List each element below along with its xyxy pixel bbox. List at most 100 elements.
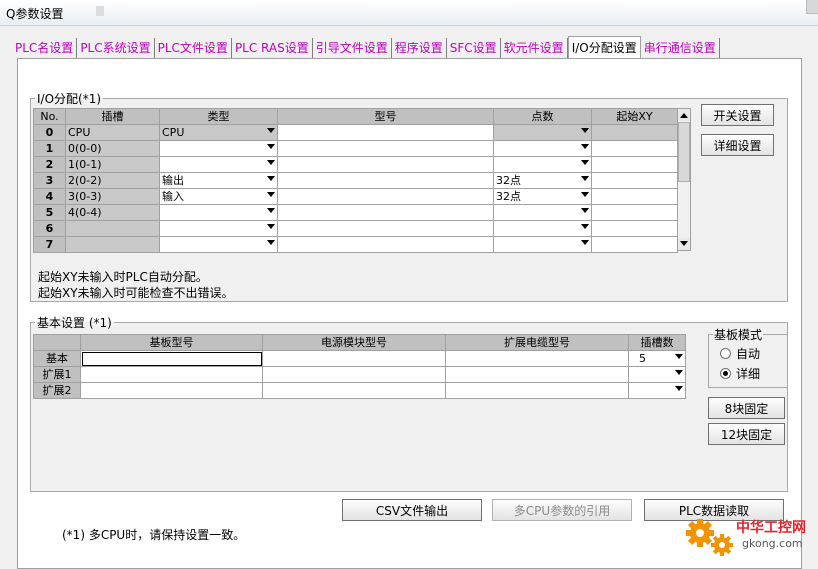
chevron-down-icon[interactable] xyxy=(581,144,589,149)
type-value: 输出 xyxy=(162,173,184,187)
type-dropdown[interactable]: 输入 xyxy=(159,188,278,205)
radio-auto[interactable]: 自动 xyxy=(720,345,760,362)
base-settings-legend: 基本设置 (*1) xyxy=(37,316,112,330)
model-input[interactable] xyxy=(277,236,494,253)
start-xy-input[interactable] xyxy=(591,188,678,205)
points-dropdown[interactable] xyxy=(493,204,592,221)
close-button[interactable] xyxy=(806,0,818,14)
tab-boot-file[interactable]: 引导文件设置 xyxy=(312,38,392,58)
tab-sfc[interactable]: SFC设置 xyxy=(446,38,501,58)
gkong-watermark: 中华工控网 gkong.com xyxy=(684,515,814,565)
tab-program[interactable]: 程序设置 xyxy=(391,38,447,58)
slots-dropdown[interactable] xyxy=(628,366,686,383)
fixed-12-button[interactable]: 12块固定 xyxy=(708,423,785,445)
model-input[interactable] xyxy=(277,220,494,237)
csv-output-button[interactable]: CSV文件输出 xyxy=(342,499,482,521)
tab-plc-ras[interactable]: PLC RAS设置 xyxy=(231,38,313,58)
chevron-down-icon[interactable] xyxy=(581,224,589,229)
io-table-scrollbar[interactable] xyxy=(677,108,691,251)
chevron-down-icon[interactable] xyxy=(267,144,275,149)
start-xy-input[interactable] xyxy=(591,140,678,157)
type-dropdown[interactable] xyxy=(159,204,278,221)
chevron-down-icon[interactable] xyxy=(581,240,589,245)
model-input[interactable] xyxy=(277,204,494,221)
start-xy-input[interactable] xyxy=(591,172,678,189)
chevron-down-icon[interactable] xyxy=(267,208,275,213)
points-dropdown[interactable] xyxy=(493,156,592,173)
chevron-down-icon[interactable] xyxy=(581,128,589,133)
io-assignment-legend: I/O分配(*1) xyxy=(37,92,102,106)
col-header-slots: 插槽数 xyxy=(628,334,686,351)
switch-settings-button[interactable]: 开关设置 xyxy=(701,104,774,126)
type-dropdown[interactable]: CPU xyxy=(159,124,278,141)
chevron-down-icon[interactable] xyxy=(267,176,275,181)
multi-cpu-reference-button[interactable]: 多CPU参数的引用 xyxy=(492,499,632,521)
cable-model-input[interactable] xyxy=(445,366,629,383)
chevron-down-icon[interactable] xyxy=(267,224,275,229)
io-assignment-table: No. 插槽 类型 型号 点数 起始XY 0 CPU CPU 1 0(0-0) … xyxy=(33,108,678,253)
model-input[interactable] xyxy=(277,140,494,157)
detail-settings-button[interactable]: 详细设置 xyxy=(701,134,774,156)
tab-plc-name[interactable]: PLC名设置 xyxy=(12,38,78,58)
points-dropdown[interactable] xyxy=(493,236,592,253)
type-dropdown[interactable]: 输出 xyxy=(159,172,278,189)
start-xy-input[interactable] xyxy=(591,156,678,173)
scroll-up-icon[interactable] xyxy=(678,109,690,121)
cable-model-input[interactable] xyxy=(445,382,629,399)
chevron-down-icon[interactable] xyxy=(675,354,683,359)
chevron-down-icon[interactable] xyxy=(267,160,275,165)
chevron-down-icon[interactable] xyxy=(267,240,275,245)
radio-detail-icon[interactable] xyxy=(720,368,731,379)
start-xy-input[interactable] xyxy=(591,204,678,221)
power-model-input[interactable] xyxy=(262,350,446,367)
table-row: 7 xyxy=(33,236,678,253)
cable-model-input[interactable] xyxy=(445,350,629,367)
slots-dropdown[interactable] xyxy=(628,382,686,399)
tab-plc-file[interactable]: PLC文件设置 xyxy=(154,38,232,58)
col-header-base-model: 基板型号 xyxy=(80,334,263,351)
tab-device[interactable]: 软元件设置 xyxy=(500,38,568,58)
fixed-8-button[interactable]: 8块固定 xyxy=(708,397,785,419)
scroll-thumb[interactable] xyxy=(678,122,690,182)
points-dropdown[interactable]: 32点 xyxy=(493,172,592,189)
slots-dropdown[interactable]: 5 xyxy=(628,350,686,367)
points-dropdown[interactable] xyxy=(493,140,592,157)
type-dropdown[interactable] xyxy=(159,156,278,173)
chevron-down-icon[interactable] xyxy=(581,160,589,165)
points-dropdown[interactable] xyxy=(493,220,592,237)
model-input[interactable] xyxy=(277,156,494,173)
tab-serial-comm[interactable]: 串行通信设置 xyxy=(640,38,720,58)
chevron-down-icon[interactable] xyxy=(581,192,589,197)
base-model-input[interactable] xyxy=(80,350,263,367)
type-dropdown[interactable] xyxy=(159,220,278,237)
start-xy-input[interactable] xyxy=(591,220,678,237)
base-model-input[interactable] xyxy=(80,382,263,399)
type-dropdown[interactable] xyxy=(159,236,278,253)
col-header-model: 型号 xyxy=(277,108,494,125)
tab-io-assignment[interactable]: I/O分配设置 xyxy=(567,36,641,58)
power-model-input[interactable] xyxy=(262,366,446,383)
start-xy-input[interactable] xyxy=(591,124,678,141)
radio-detail[interactable]: 详细 xyxy=(720,365,760,382)
slot-cell: 2(0-2) xyxy=(65,172,160,189)
model-input[interactable] xyxy=(277,124,494,141)
type-value: 输入 xyxy=(162,189,184,203)
type-dropdown[interactable] xyxy=(159,140,278,157)
chevron-down-icon[interactable] xyxy=(675,370,683,375)
radio-auto-icon[interactable] xyxy=(720,348,731,359)
chevron-down-icon[interactable] xyxy=(267,128,275,133)
settings-tabs: PLC名设置 PLC系统设置 PLC文件设置 PLC RAS设置 引导文件设置 … xyxy=(12,36,720,58)
model-input[interactable] xyxy=(277,188,494,205)
power-model-input[interactable] xyxy=(262,382,446,399)
tab-plc-system[interactable]: PLC系统设置 xyxy=(77,38,155,58)
scroll-down-icon[interactable] xyxy=(678,238,690,250)
start-xy-input[interactable] xyxy=(591,236,678,253)
chevron-down-icon[interactable] xyxy=(581,208,589,213)
model-input[interactable] xyxy=(277,172,494,189)
base-model-input[interactable] xyxy=(80,366,263,383)
chevron-down-icon[interactable] xyxy=(267,192,275,197)
chevron-down-icon[interactable] xyxy=(675,386,683,391)
chevron-down-icon[interactable] xyxy=(581,176,589,181)
points-dropdown[interactable]: 32点 xyxy=(493,188,592,205)
points-dropdown[interactable] xyxy=(493,124,592,141)
